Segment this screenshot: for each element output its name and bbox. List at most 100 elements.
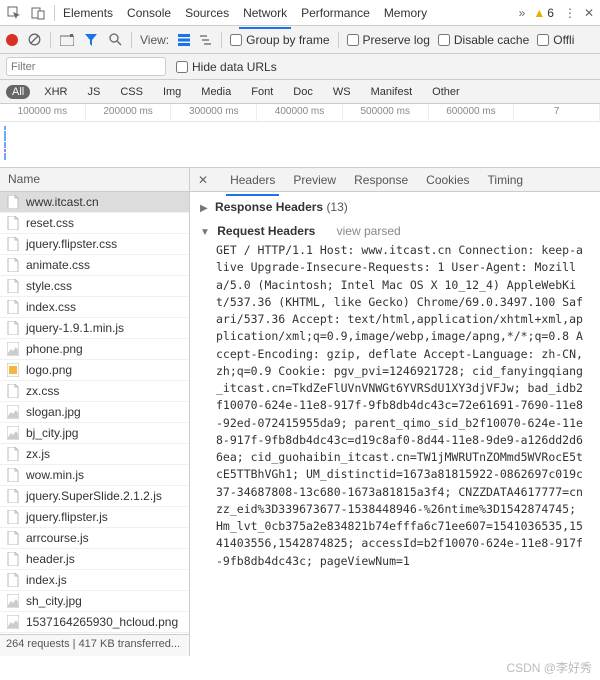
type-media[interactable]: Media (195, 85, 237, 99)
file-name: jquery.flipster.css (26, 237, 117, 251)
waterfall-icon[interactable] (199, 33, 213, 47)
main-tabs: Elements Console Sources Network Performance… (63, 2, 511, 24)
request-row[interactable]: bj_city.jpg (0, 423, 189, 444)
request-row[interactable]: animate.css (0, 255, 189, 276)
screenshot-icon[interactable] (59, 32, 75, 48)
type-js[interactable]: JS (81, 85, 106, 99)
group-by-frame-checkbox[interactable]: Group by frame (230, 33, 329, 47)
file-name: 1537164265930_hcloud.png (26, 615, 178, 629)
detail-tab-cookies[interactable]: Cookies (426, 169, 469, 191)
request-row[interactable]: reset.css (0, 213, 189, 234)
tab-sources[interactable]: Sources (185, 2, 229, 24)
request-row[interactable]: zx.js (0, 444, 189, 465)
request-row[interactable]: jquery.SuperSlide.2.1.2.js (0, 486, 189, 507)
request-row[interactable]: logo.png (0, 360, 189, 381)
request-row[interactable]: www.itcast.cn (0, 192, 189, 213)
type-manifest[interactable]: Manifest (365, 85, 419, 99)
detail-tab-response[interactable]: Response (354, 169, 408, 191)
file-name: index.js (26, 573, 67, 587)
type-css[interactable]: CSS (114, 85, 149, 99)
settings-icon[interactable]: ⋮ (564, 6, 576, 20)
timeline-tick: 300000 ms (171, 104, 257, 121)
detail-tab-headers[interactable]: Headers (230, 169, 275, 191)
file-icon (6, 237, 20, 251)
tab-performance[interactable]: Performance (301, 2, 370, 24)
name-column-header[interactable]: Name (0, 168, 189, 192)
caret-right-icon: ▶ (200, 203, 208, 214)
request-row[interactable]: jquery.flipster.css (0, 234, 189, 255)
file-name: www.itcast.cn (26, 195, 99, 209)
more-tabs-icon[interactable]: » (519, 6, 526, 20)
file-icon (6, 195, 20, 209)
request-row[interactable]: index.css (0, 297, 189, 318)
type-img[interactable]: Img (157, 85, 187, 99)
file-name: slogan.jpg (26, 405, 81, 419)
file-icon (6, 594, 20, 608)
detail-tab-preview[interactable]: Preview (293, 169, 336, 191)
type-doc[interactable]: Doc (287, 85, 319, 99)
request-list: Name www.itcast.cn reset.css jquery.flipst… (0, 168, 190, 656)
request-row[interactable]: wow.min.js (0, 465, 189, 486)
watermark: CSDN @李好秀 (506, 659, 592, 676)
disable-cache-checkbox[interactable]: Disable cache (438, 33, 529, 47)
timeline-markers (4, 126, 10, 161)
file-icon (6, 615, 20, 629)
file-icon (6, 342, 20, 356)
large-rows-icon[interactable] (177, 33, 191, 47)
detail-tab-timing[interactable]: Timing (488, 169, 524, 191)
view-label: View: (140, 33, 169, 47)
request-row[interactable]: index.js (0, 570, 189, 591)
type-xhr[interactable]: XHR (38, 85, 73, 99)
request-row[interactable]: zx.css (0, 381, 189, 402)
request-row[interactable]: jquery.flipster.js (0, 507, 189, 528)
response-headers-section[interactable]: ▶ Response Headers (13) (194, 198, 596, 216)
file-name: arrcourse.js (26, 531, 89, 545)
clear-icon[interactable] (26, 32, 42, 48)
type-font[interactable]: Font (245, 85, 279, 99)
tab-elements[interactable]: Elements (63, 2, 113, 24)
request-row[interactable]: style.css (0, 276, 189, 297)
type-ws[interactable]: WS (327, 85, 357, 99)
filter-input[interactable] (6, 57, 166, 76)
device-toggle-icon[interactable] (30, 5, 46, 21)
request-headers-section[interactable]: ▼ Request Headers view parsed (194, 222, 596, 240)
raw-headers[interactable]: GET / HTTP/1.1 Host: www.itcast.cn Conne… (194, 240, 596, 570)
inspect-icon[interactable] (6, 5, 22, 21)
offline-checkbox[interactable]: Offli (537, 33, 574, 47)
file-name: header.js (26, 552, 75, 566)
request-row[interactable]: 1537164265930_hcloud.png (0, 612, 189, 633)
preserve-log-checkbox[interactable]: Preserve log (347, 33, 430, 47)
type-all[interactable]: All (6, 85, 30, 99)
record-button[interactable] (6, 34, 18, 46)
request-row[interactable]: sh_city.jpg (0, 591, 189, 612)
warnings-badge[interactable]: ▲6 (533, 6, 554, 20)
hide-data-urls-checkbox[interactable]: Hide data URLs (176, 60, 277, 74)
request-row[interactable]: slogan.jpg (0, 402, 189, 423)
close-icon[interactable]: ✕ (584, 6, 594, 20)
tab-console[interactable]: Console (127, 2, 171, 24)
file-name: bj_city.jpg (26, 426, 78, 440)
timeline-tick: 500000 ms (343, 104, 429, 121)
request-row[interactable]: header.js (0, 549, 189, 570)
close-detail-icon[interactable]: ✕ (198, 173, 208, 187)
tab-network[interactable]: Network (243, 2, 287, 24)
filter-icon[interactable] (83, 32, 99, 48)
timeline-overview[interactable]: 100000 ms200000 ms300000 ms400000 ms5000… (0, 104, 600, 168)
file-icon (6, 279, 20, 293)
view-parsed-link[interactable]: view parsed (337, 224, 401, 238)
tab-memory[interactable]: Memory (384, 2, 427, 24)
file-icon (6, 363, 20, 377)
file-icon (6, 552, 20, 566)
request-row[interactable]: arrcourse.js (0, 528, 189, 549)
file-icon (6, 300, 20, 314)
search-icon[interactable] (107, 32, 123, 48)
file-icon (6, 468, 20, 482)
request-row[interactable]: jquery-1.9.1.min.js (0, 318, 189, 339)
request-row[interactable]: phone.png (0, 339, 189, 360)
file-name: sh_city.jpg (26, 594, 82, 608)
file-name: jquery.SuperSlide.2.1.2.js (26, 489, 162, 503)
warning-icon: ▲ (533, 6, 545, 20)
file-icon (6, 426, 20, 440)
file-name: zx.css (26, 384, 59, 398)
type-other[interactable]: Other (426, 85, 466, 99)
